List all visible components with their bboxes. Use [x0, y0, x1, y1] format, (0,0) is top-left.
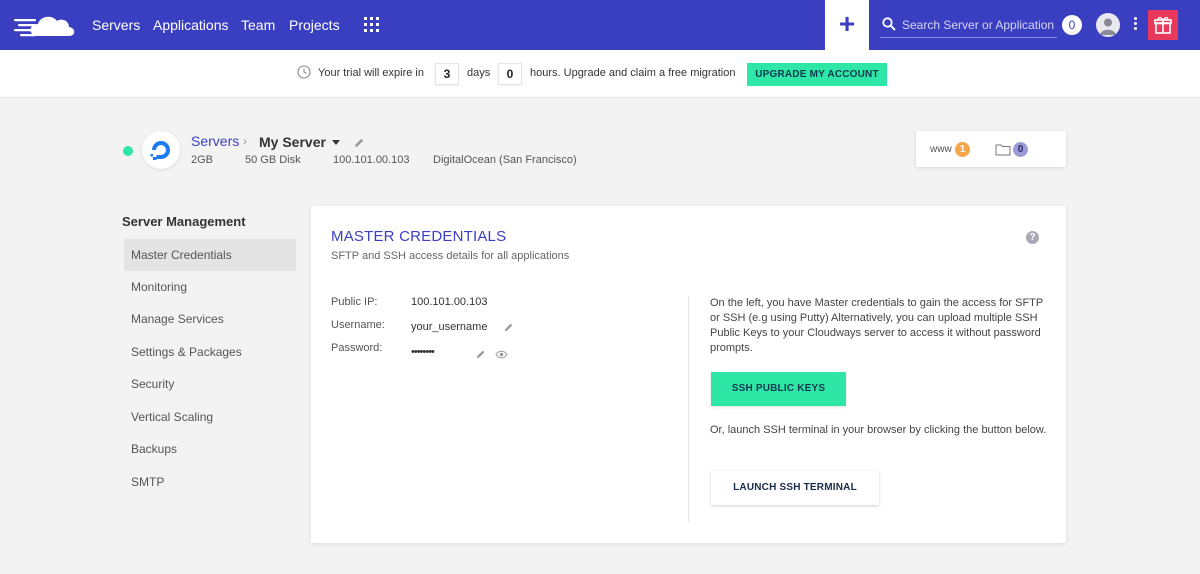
- search-input[interactable]: [902, 14, 1057, 36]
- username-label: Username:: [331, 319, 385, 331]
- sidebar-item-manage-services[interactable]: Manage Services: [124, 303, 296, 335]
- kebab-menu-icon[interactable]: [1131, 17, 1139, 33]
- user-avatar-icon[interactable]: [1096, 13, 1120, 37]
- master-credentials-card: MASTER CREDENTIALS SFTP and SSH access d…: [311, 206, 1066, 543]
- sidebar-item-master-credentials[interactable]: Master Credentials: [124, 239, 296, 271]
- credentials-info-text: On the left, you have Master credentials…: [710, 297, 1044, 354]
- sidebar-item-vertical-scaling[interactable]: Vertical Scaling: [124, 401, 296, 433]
- gift-icon: [1154, 17, 1172, 34]
- edit-username-icon[interactable]: [503, 322, 514, 333]
- server-dropdown-caret-icon[interactable]: [332, 140, 340, 145]
- server-status-dot: [123, 146, 133, 156]
- sidebar-item-settings-packages[interactable]: Settings & Packages: [124, 336, 296, 368]
- nav-team-link[interactable]: Team: [241, 17, 275, 33]
- upgrade-account-button[interactable]: UPGRADE MY ACCOUNT: [747, 63, 887, 86]
- projects-count-badge[interactable]: 0: [1013, 142, 1028, 157]
- password-label: Password:: [331, 342, 383, 354]
- public-ip-value: 100.101.00.103: [411, 296, 488, 308]
- breadcrumb-servers-link[interactable]: Servers: [191, 133, 239, 149]
- gift-button[interactable]: [1148, 10, 1178, 40]
- sidebar-title: Server Management: [122, 214, 246, 229]
- nav-servers-link[interactable]: Servers: [92, 17, 140, 33]
- nav-projects-link[interactable]: Projects: [289, 17, 340, 33]
- breadcrumb-separator: ›: [243, 134, 247, 148]
- trial-text-suffix: hours. Upgrade and claim a free migratio…: [530, 67, 736, 79]
- sidebar-item-backups[interactable]: Backups: [124, 433, 296, 465]
- trial-banner: Your trial will expire in 3 days 0 hours…: [0, 50, 1200, 98]
- www-label: www: [930, 144, 952, 155]
- trial-days-count: 3: [435, 63, 459, 85]
- server-summary-card: www 1 0: [916, 131, 1066, 167]
- terminal-info-text: Or, launch SSH terminal in your browser …: [710, 424, 1047, 436]
- public-ip-label: Public IP:: [331, 296, 378, 308]
- card-subtitle: SFTP and SSH access details for all appl…: [331, 250, 570, 262]
- folder-icon: [995, 144, 1011, 156]
- sidebar-item-security[interactable]: Security: [124, 368, 296, 400]
- nav-applications-link[interactable]: Applications: [153, 17, 229, 33]
- add-new-button[interactable]: +: [825, 0, 869, 50]
- server-provider: DigitalOcean (San Francisco): [433, 154, 577, 166]
- ssh-public-keys-button[interactable]: SSH PUBLIC KEYS: [711, 372, 846, 406]
- server-ram: 2GB: [191, 154, 214, 166]
- server-disk: 50 GB Disk: [245, 154, 301, 166]
- applications-count-badge[interactable]: 1: [955, 142, 970, 157]
- trial-days-label: days: [467, 67, 491, 79]
- sidebar-item-smtp[interactable]: SMTP: [124, 466, 296, 498]
- clock-icon: [297, 65, 311, 79]
- show-password-eye-icon[interactable]: [495, 349, 508, 360]
- trial-text-prefix: Your trial will expire in: [318, 67, 424, 79]
- apps-grid-icon[interactable]: [364, 17, 379, 32]
- help-icon[interactable]: ?: [1026, 231, 1039, 244]
- sidebar-item-monitoring[interactable]: Monitoring: [124, 271, 296, 303]
- password-value: ••••••••: [411, 346, 435, 358]
- server-ip: 100.101.00.103: [333, 154, 410, 166]
- search-icon: [882, 17, 896, 31]
- top-navbar: Servers Applications Team Projects + 0: [0, 0, 1200, 50]
- edit-password-icon[interactable]: [475, 349, 486, 360]
- server-name: My Server: [259, 134, 326, 150]
- card-title: MASTER CREDENTIALS: [331, 228, 507, 245]
- launch-ssh-terminal-button[interactable]: LAUNCH SSH TERMINAL: [711, 471, 879, 505]
- cloudways-logo-icon[interactable]: [14, 10, 78, 40]
- username-value: your_username: [411, 321, 488, 333]
- digitalocean-logo-icon: [142, 131, 180, 169]
- trial-hours-count: 0: [498, 63, 522, 85]
- vertical-divider: [688, 296, 689, 522]
- edit-server-name-icon[interactable]: [353, 137, 365, 149]
- search-box: [880, 14, 1057, 38]
- notification-count-badge[interactable]: 0: [1062, 15, 1082, 35]
